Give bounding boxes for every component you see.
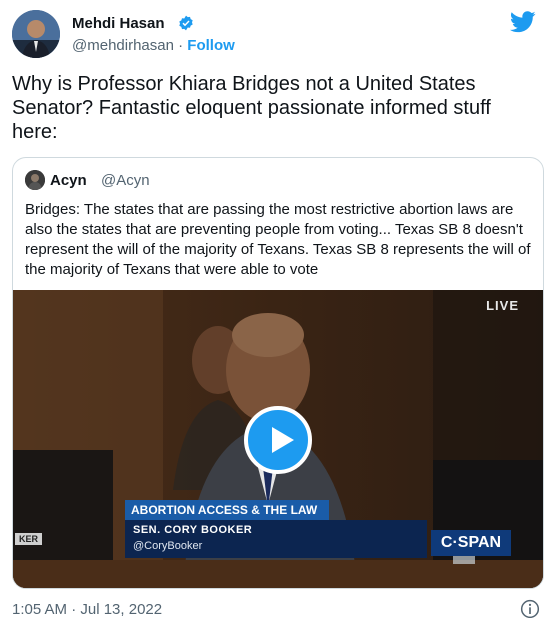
twitter-bird-icon[interactable] [510,11,536,33]
network-logo: C·SPAN [431,530,511,556]
author-handle-row: @mehdirhasan · Follow [72,37,235,54]
author-name[interactable]: Mehdi Hasan [72,15,165,32]
chyron-title: ABORTION ACCESS & THE LAW [125,500,329,520]
author-avatar[interactable] [12,10,60,58]
quote-author-name[interactable]: Acyn [50,172,87,189]
info-icon[interactable] [520,599,540,618]
video-player[interactable]: LIVE KER ABORTION ACCESS & THE LAW SEN. … [13,290,543,588]
chyron-name: SEN. CORY BOOKER [125,520,427,537]
play-icon[interactable] [244,406,312,474]
quote-author-handle[interactable]: @Acyn [101,172,150,189]
live-indicator: LIVE [486,298,519,313]
tweet-timestamp[interactable]: 1:05 AM · Jul 13, 2022 [12,601,162,618]
quote-avatar[interactable] [25,170,45,190]
tweet-header: Mehdi Hasan @mehdirhasan · Follow [12,10,538,58]
tweet-text: Why is Professor Khiara Bridges not a Un… [12,73,491,143]
follow-button[interactable]: Follow [187,37,235,54]
quoted-tweet[interactable]: Acyn @Acyn Bridges: The states that are … [12,157,544,589]
separator: · [178,37,184,54]
chyron: ABORTION ACCESS & THE LAW SEN. CORY BOOK… [125,500,427,558]
side-tag: KER [15,533,43,545]
quote-text: Bridges: The states that are passing the… [25,201,531,278]
chyron-handle: @CoryBooker [125,537,427,558]
author-handle[interactable]: @mehdirhasan [72,37,174,54]
verified-badge-icon [179,15,193,31]
